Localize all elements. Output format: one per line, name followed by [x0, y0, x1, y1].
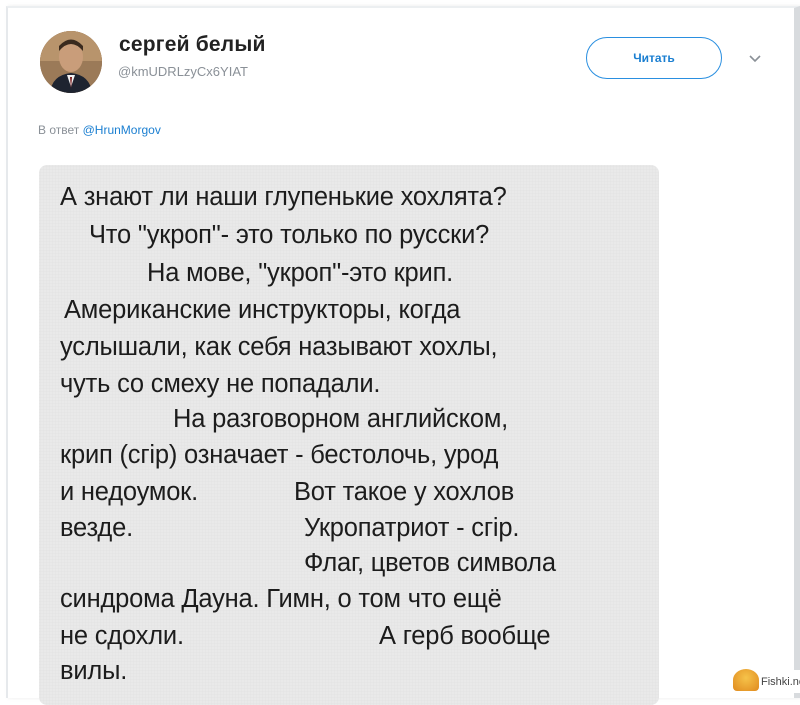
reply-mention-link[interactable]: @HrunMorgov	[83, 123, 161, 137]
image-text-line: не сдохли.	[60, 622, 184, 650]
reply-context: В ответ @HrunMorgov	[38, 123, 161, 137]
follow-button[interactable]: Читать	[586, 37, 722, 79]
author-name[interactable]: сергей белый	[119, 33, 266, 57]
image-text-line: На разговорном английском,	[173, 405, 509, 433]
image-text-line: Американские инструкторы, когда	[64, 296, 461, 324]
image-text-line: услышали, как себя называют хохлы,	[60, 333, 498, 361]
image-text-line: чуть со смеху не попадали.	[60, 370, 381, 398]
image-text-line: А знают ли наши глупенькие хохлята?	[60, 183, 507, 211]
author-handle[interactable]: @kmUDRLzyCx6YIAT	[118, 64, 248, 79]
watermark-logo-icon	[733, 669, 759, 691]
image-text-line: и недоумок.	[60, 478, 199, 506]
image-text-line: Укропатриот - сгір.	[304, 514, 520, 542]
image-text-line: Флаг, цветов символа	[304, 549, 556, 577]
image-text-line: крип (сгір) означает - бестолочь, урод	[60, 441, 499, 469]
image-text-line: везде.	[60, 514, 133, 542]
image-text-line: Что "укроп"- это только по русски?	[89, 221, 490, 249]
watermark-text: Fishki.net	[761, 676, 800, 688]
image-text-line: вилы.	[60, 657, 128, 685]
image-text-line: синдрома Дауна. Гимн, о том что ещё	[60, 585, 502, 613]
chevron-down-icon[interactable]	[748, 52, 762, 64]
author-avatar[interactable]	[40, 31, 102, 93]
image-text-line: Вот такое у хохлов	[294, 478, 515, 506]
attached-text-image[interactable]: А знают ли наши глупенькие хохлята? Что …	[39, 165, 659, 705]
image-text-line: А герб вообще	[379, 622, 551, 650]
reply-prefix: В ответ	[38, 123, 80, 137]
image-text-line: На мове, "укроп"-это крип.	[147, 259, 454, 287]
